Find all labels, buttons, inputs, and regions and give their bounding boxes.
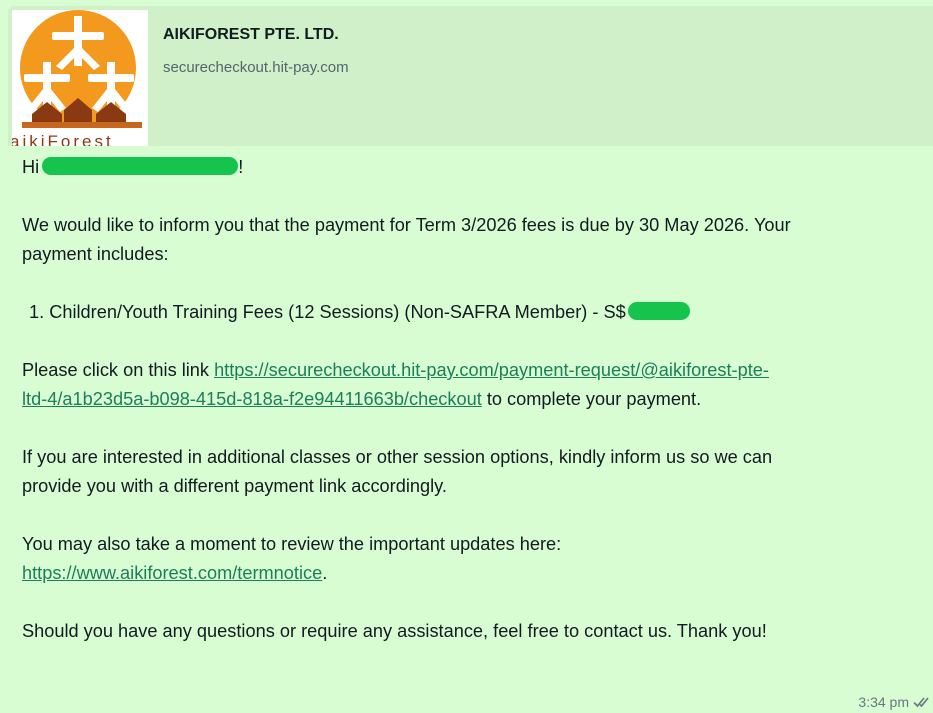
logo-wordmark: aikiForest [12, 132, 114, 146]
intro-line-1: We would like to inform you that the pay… [22, 215, 791, 235]
greeting-prefix: Hi [22, 157, 45, 177]
redacted-name [42, 157, 239, 175]
notice-line: https://www.aikiforest.com/termnotice. [22, 559, 933, 588]
message-time: 3:34 pm [858, 694, 909, 710]
click-suffix: to complete your payment. [481, 389, 702, 409]
additional-line-2: provide you with a different payment lin… [22, 476, 447, 496]
double-check-icon [913, 695, 933, 709]
term-notice-link[interactable]: https://www.aikiforest.com/termnotice [22, 563, 322, 583]
redacted-amount [627, 302, 690, 320]
message-meta: 3:34 pm [858, 694, 933, 710]
message-text: Hi ! We would like to inform you that th… [22, 153, 933, 646]
preview-domain: securecheckout.hit-pay.com [163, 59, 349, 76]
link-preview-card[interactable]: aikiForest AIKIFOREST PTE. LTD. securech… [8, 6, 933, 146]
review-line: You may also take a moment to review the… [22, 534, 562, 554]
message-bubble[interactable]: aikiForest AIKIFOREST PTE. LTD. securech… [0, 0, 933, 713]
click-line-2: ltd-4/a1b23d5a-b098-415d-818a-f2e9441166… [22, 385, 933, 414]
payment-link[interactable]: https://securecheckout.hit-pay.com/payme… [214, 360, 769, 380]
aikiforest-logo: aikiForest [12, 10, 148, 146]
additional-line-1: If you are interested in additional clas… [22, 447, 773, 467]
list-item: 1. Children/Youth Training Fees (12 Sess… [22, 298, 933, 327]
list-item-text: 1. Children/Youth Training Fees (12 Sess… [29, 302, 626, 322]
greeting-suffix: ! [238, 157, 244, 177]
intro-line-2: payment includes: [22, 244, 169, 264]
payment-link-continued[interactable]: ltd-4/a1b23d5a-b098-415d-818a-f2e9441166… [22, 389, 482, 409]
notice-suffix: . [322, 563, 328, 583]
greeting-line: Hi ! [22, 153, 933, 182]
click-line-1: Please click on this link https://secure… [22, 356, 933, 385]
preview-title: AIKIFOREST PTE. LTD. [163, 26, 339, 43]
click-prefix: Please click on this link [22, 360, 215, 380]
closing-line: Should you have any questions or require… [22, 621, 767, 641]
